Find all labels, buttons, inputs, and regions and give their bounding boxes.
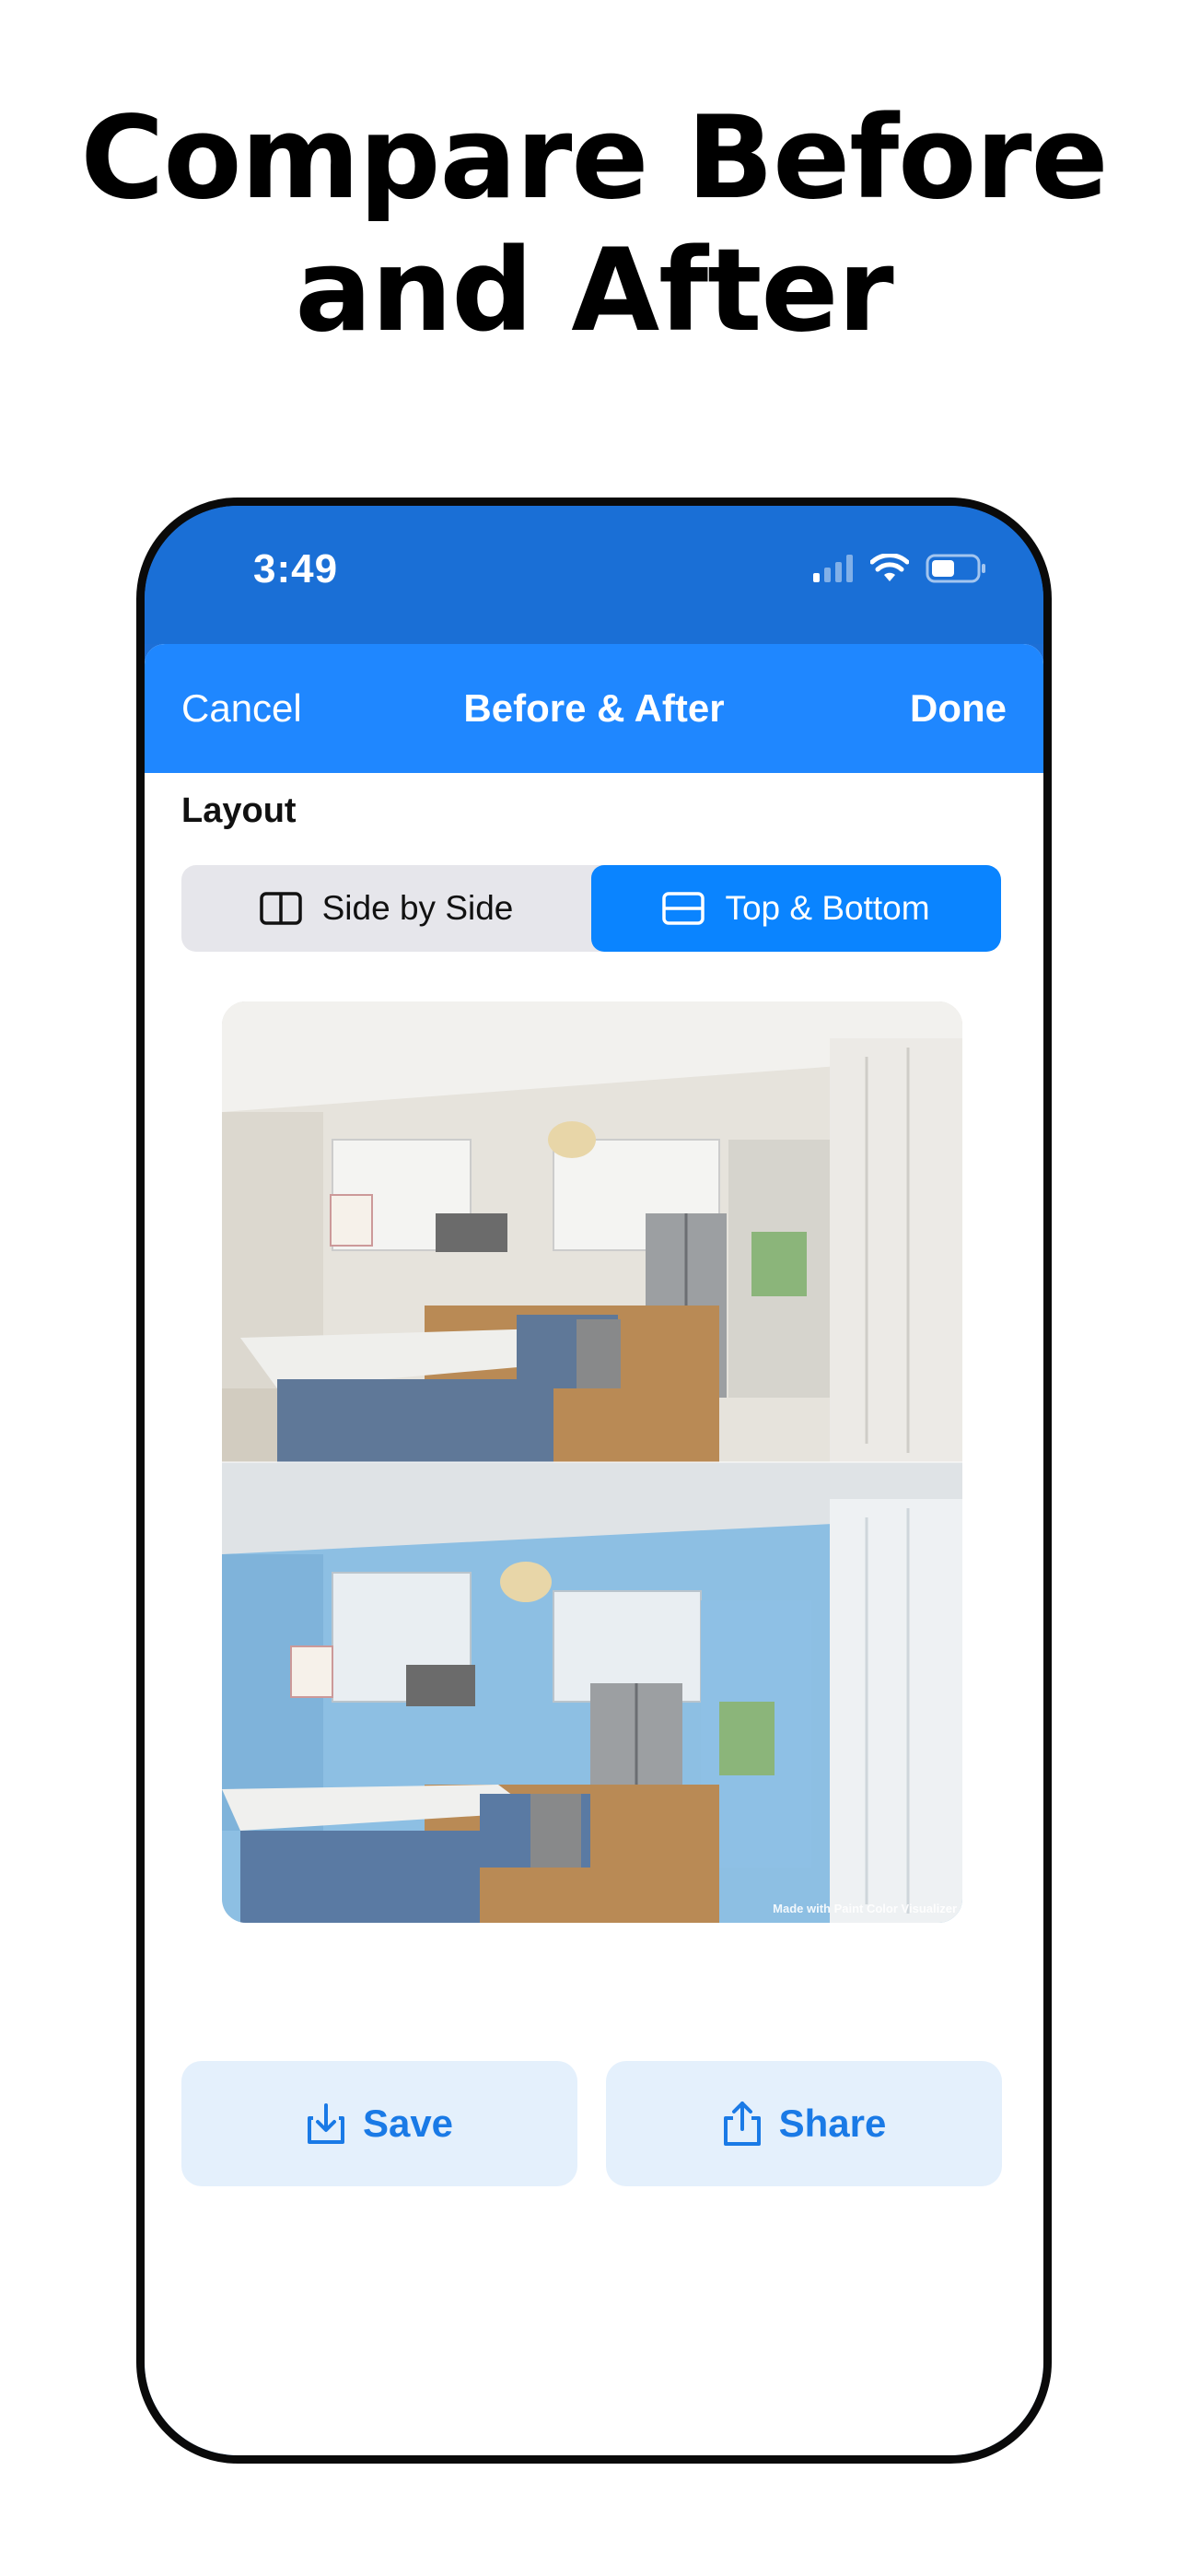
headline-line-2: and After: [295, 225, 893, 357]
status-icons: [813, 554, 986, 583]
share-button[interactable]: Share: [606, 2061, 1002, 2186]
status-time: 3:49: [253, 546, 339, 591]
kitchen-preview-image: [222, 1001, 962, 1923]
share-button-label: Share: [778, 2102, 887, 2145]
segment-side-by-side-label: Side by Side: [321, 889, 514, 927]
before-after-sheet: Cancel Before & After Done Layout Side b…: [145, 644, 1043, 2455]
side-by-side-icon: [259, 892, 302, 925]
share-icon: [723, 2102, 761, 2146]
segment-top-bottom[interactable]: Top & Bottom: [591, 865, 1001, 952]
phone-frame: 3:49 Cancel Before & After Done Layout S…: [136, 498, 1052, 2464]
before-after-preview: Made with Paint Color Visualizer: [222, 1001, 962, 1923]
save-download-icon: [307, 2103, 344, 2144]
before-image: [222, 1001, 962, 1462]
status-bar: 3:49: [145, 506, 1043, 644]
segment-side-by-side[interactable]: Side by Side: [181, 865, 591, 952]
save-button[interactable]: Save: [181, 2061, 577, 2186]
watermark-text: Made with Paint Color Visualizer: [773, 1902, 957, 1915]
signal-icon: [813, 555, 853, 582]
battery-icon: [926, 554, 985, 583]
wifi-icon: [870, 554, 909, 581]
save-button-label: Save: [362, 2102, 454, 2145]
after-image: [222, 1462, 962, 1923]
top-bottom-icon: [662, 892, 705, 925]
cancel-button[interactable]: Cancel: [181, 686, 302, 731]
layout-segmented-control: Side by Side Top & Bottom: [181, 865, 1001, 952]
headline: Compare Before and After: [0, 92, 1188, 357]
done-button[interactable]: Done: [910, 686, 1007, 731]
headline-line-1: Compare Before: [80, 92, 1108, 225]
layout-label: Layout: [181, 791, 297, 830]
navbar: Cancel Before & After Done: [145, 644, 1043, 773]
segment-top-bottom-label: Top & Bottom: [725, 889, 930, 927]
